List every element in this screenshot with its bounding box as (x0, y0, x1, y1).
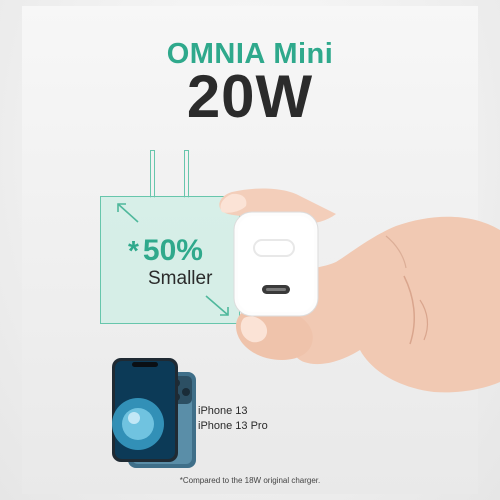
iphone-illustration (112, 358, 196, 468)
shrink-arrow-top-left-icon (117, 203, 139, 223)
footnote-text: *Compared to the 18W original charger. (179, 476, 321, 485)
compatible-model-1: iPhone 13 (198, 405, 248, 417)
size-reduction-value: 50% (142, 234, 203, 267)
footnote-marker: * (128, 235, 139, 266)
size-reduction-label: Smaller (148, 268, 213, 289)
omnia-mini-charger (233, 211, 319, 317)
compatible-model-2: iPhone 13 Pro (198, 420, 268, 432)
shrink-arrow-bottom-right-icon (205, 295, 229, 316)
product-banner: OMNIA Mini 20W * 50% Smaller iPhone 13 i… (0, 0, 500, 500)
notch (132, 362, 158, 367)
size-reduction-percent: * 50% (128, 234, 203, 268)
